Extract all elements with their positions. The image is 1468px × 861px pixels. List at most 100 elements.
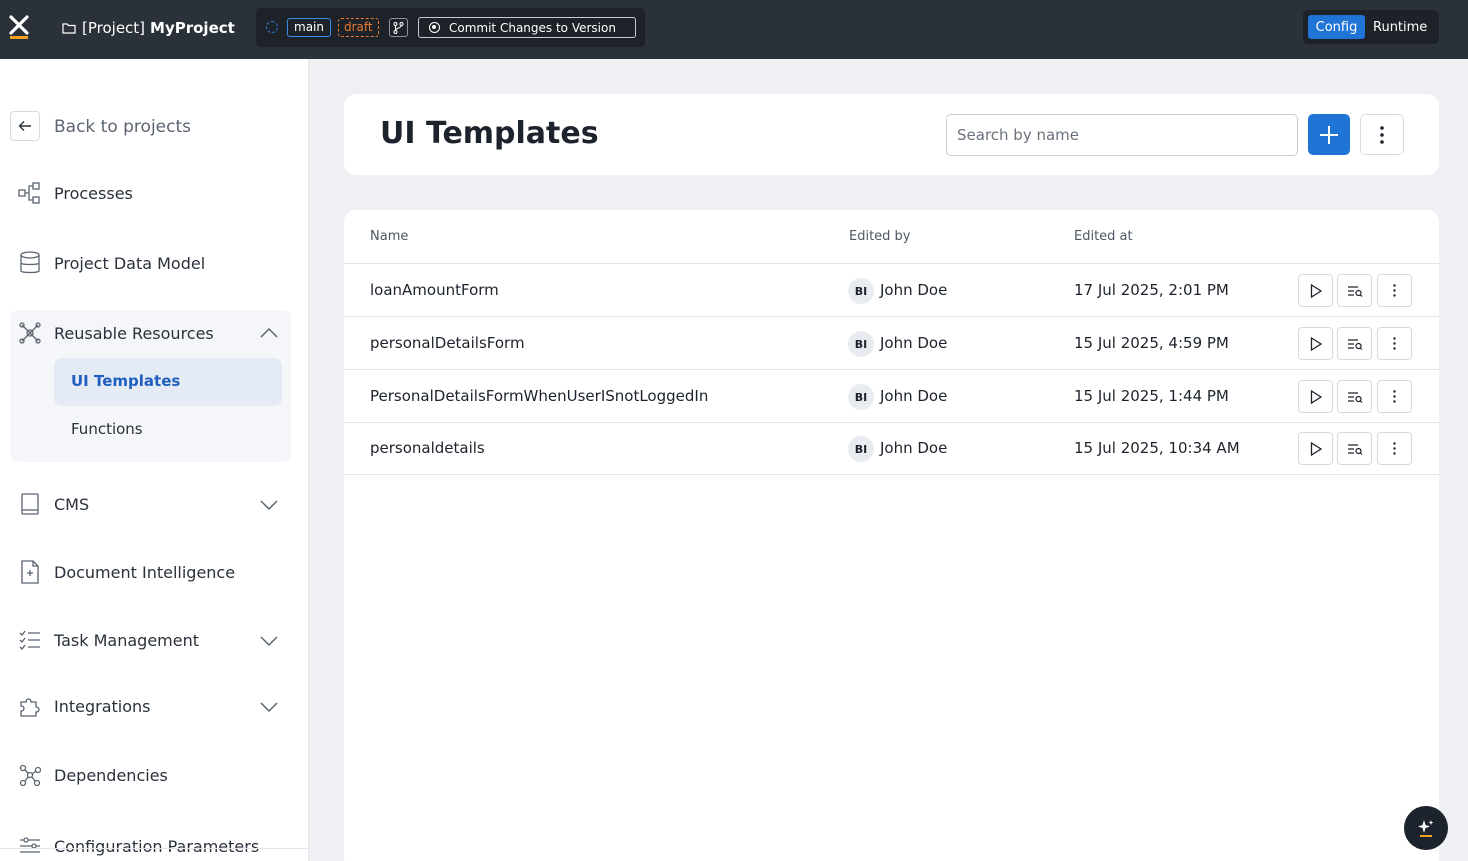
branch-badge[interactable]: main [287, 18, 331, 37]
avatar: BI [848, 278, 874, 304]
sidebar-item-label: Integrations [54, 696, 151, 716]
chevron-down-icon[interactable] [259, 499, 279, 511]
view-usage-button[interactable] [1337, 274, 1372, 307]
arrow-left-icon [18, 121, 31, 131]
branch-switch-button[interactable] [389, 18, 408, 37]
resources-icon [18, 321, 42, 345]
sidebar-item-label: Dependencies [54, 765, 168, 785]
sidebar-divider [0, 848, 308, 849]
document-icon [18, 560, 42, 584]
project-prefix: [Project] [82, 19, 146, 37]
view-usage-button[interactable] [1337, 432, 1372, 465]
sidebar: Back to projects Processes Project Data … [0, 59, 309, 861]
mode-runtime-button[interactable]: Runtime [1373, 15, 1427, 39]
run-button[interactable] [1298, 274, 1333, 307]
run-button[interactable] [1298, 380, 1333, 413]
view-usage-button[interactable] [1337, 327, 1372, 360]
edited-by-user: John Doe [880, 334, 948, 352]
table-row[interactable]: personaldetails BI John Doe 15 Jul 2025,… [344, 422, 1439, 475]
avatar: BI [848, 436, 874, 462]
ai-assistant-button[interactable] [1404, 806, 1448, 850]
column-header-name[interactable]: Name [370, 229, 408, 244]
plus-icon [1320, 125, 1338, 144]
table-row[interactable]: loanAmountForm BI John Doe 17 Jul 2025, … [344, 264, 1439, 317]
page-header: UI Templates [344, 94, 1439, 175]
templates-table: Name Edited by Edited at loanAmountForm … [344, 210, 1439, 861]
template-name[interactable]: PersonalDetailsFormWhenUserISnotLoggedIn [370, 387, 708, 405]
back-button[interactable] [10, 111, 40, 141]
sidebar-item-integrations[interactable]: Integrations [18, 694, 151, 718]
avatar: BI [848, 384, 874, 410]
kebab-menu-icon [1393, 390, 1396, 403]
commit-changes-button[interactable]: Commit Changes to Version [418, 17, 636, 38]
sliders-icon [18, 834, 42, 858]
sidebar-subitem-functions[interactable]: Functions [71, 420, 143, 438]
back-to-projects-link[interactable]: Back to projects [54, 117, 191, 137]
list-search-icon [1347, 391, 1362, 403]
template-name[interactable]: loanAmountForm [370, 281, 499, 299]
view-usage-button[interactable] [1337, 380, 1372, 413]
commit-icon [429, 22, 440, 33]
folder-icon [62, 23, 76, 34]
chevron-down-icon[interactable] [259, 635, 279, 647]
kebab-menu-icon [1393, 337, 1396, 350]
sidebar-item-reusable-resources[interactable]: Reusable Resources [18, 321, 214, 345]
sidebar-item-label: CMS [54, 494, 90, 514]
sparkle-icon [1418, 820, 1434, 837]
table-row[interactable]: PersonalDetailsFormWhenUserISnotLoggedIn… [344, 370, 1439, 423]
run-button[interactable] [1298, 432, 1333, 465]
edited-by-user: John Doe [880, 281, 948, 299]
commit-label: Commit Changes to Version [449, 20, 616, 35]
column-header-edited-at[interactable]: Edited at [1074, 229, 1133, 244]
list-search-icon [1347, 443, 1362, 455]
template-name[interactable]: personaldetails [370, 439, 485, 457]
run-button[interactable] [1298, 327, 1333, 360]
sidebar-item-processes[interactable]: Processes [18, 181, 133, 205]
sidebar-item-cms[interactable]: CMS [18, 492, 89, 516]
kebab-menu-icon [1380, 125, 1384, 144]
search-input[interactable] [946, 114, 1298, 156]
page-title: UI Templates [380, 116, 599, 151]
puzzle-icon [18, 694, 42, 718]
row-options-button[interactable] [1377, 274, 1412, 307]
row-options-button[interactable] [1377, 432, 1412, 465]
chevron-up-icon[interactable] [259, 327, 279, 339]
mode-config-button[interactable]: Config [1308, 15, 1365, 39]
sidebar-item-label: Project Data Model [54, 253, 206, 273]
edited-at-date: 15 Jul 2025, 10:34 AM [1074, 439, 1240, 457]
sidebar-item-data-model[interactable]: Project Data Model [18, 251, 205, 275]
column-header-edited-by[interactable]: Edited by [849, 229, 911, 244]
sidebar-item-dependencies[interactable]: Dependencies [18, 763, 168, 787]
sidebar-item-document-intelligence[interactable]: Document Intelligence [18, 560, 235, 584]
add-template-button[interactable] [1308, 114, 1350, 155]
edited-at-date: 15 Jul 2025, 1:44 PM [1074, 387, 1229, 405]
sidebar-item-label: Processes [54, 183, 133, 203]
sidebar-item-label: Task Management [54, 630, 200, 650]
process-flow-icon [18, 181, 42, 205]
avatar: BI [848, 331, 874, 357]
app-logo-icon[interactable] [8, 15, 30, 39]
kebab-menu-icon [1393, 284, 1396, 297]
sidebar-subitem-ui-templates[interactable]: UI Templates [71, 372, 180, 390]
project-breadcrumb[interactable]: [Project] MyProject [62, 19, 235, 37]
kebab-menu-icon [1393, 442, 1396, 455]
edited-at-date: 17 Jul 2025, 2:01 PM [1074, 281, 1229, 299]
play-icon [1310, 336, 1322, 351]
top-bar: [Project] MyProject main draft Commit Ch… [0, 0, 1468, 59]
draft-badge: draft [338, 18, 379, 37]
edited-by-user: John Doe [880, 387, 948, 405]
edited-at-date: 15 Jul 2025, 4:59 PM [1074, 334, 1229, 352]
edited-by-user: John Doe [880, 439, 948, 457]
branch-toolbar: main draft Commit Changes to Version [256, 8, 645, 47]
chevron-down-icon[interactable] [259, 701, 279, 713]
sidebar-item-label: Configuration Parameters [54, 836, 260, 856]
mode-switch: Config Runtime [1303, 10, 1439, 44]
sidebar-item-configuration-parameters[interactable]: Configuration Parameters [18, 834, 259, 858]
more-options-button[interactable] [1360, 114, 1404, 155]
sidebar-item-task-management[interactable]: Task Management [18, 628, 199, 652]
table-row[interactable]: personalDetailsForm BI John Doe 15 Jul 2… [344, 317, 1439, 370]
row-options-button[interactable] [1377, 380, 1412, 413]
row-options-button[interactable] [1377, 327, 1412, 360]
template-name[interactable]: personalDetailsForm [370, 334, 525, 352]
sidebar-item-label: Reusable Resources [54, 323, 214, 343]
